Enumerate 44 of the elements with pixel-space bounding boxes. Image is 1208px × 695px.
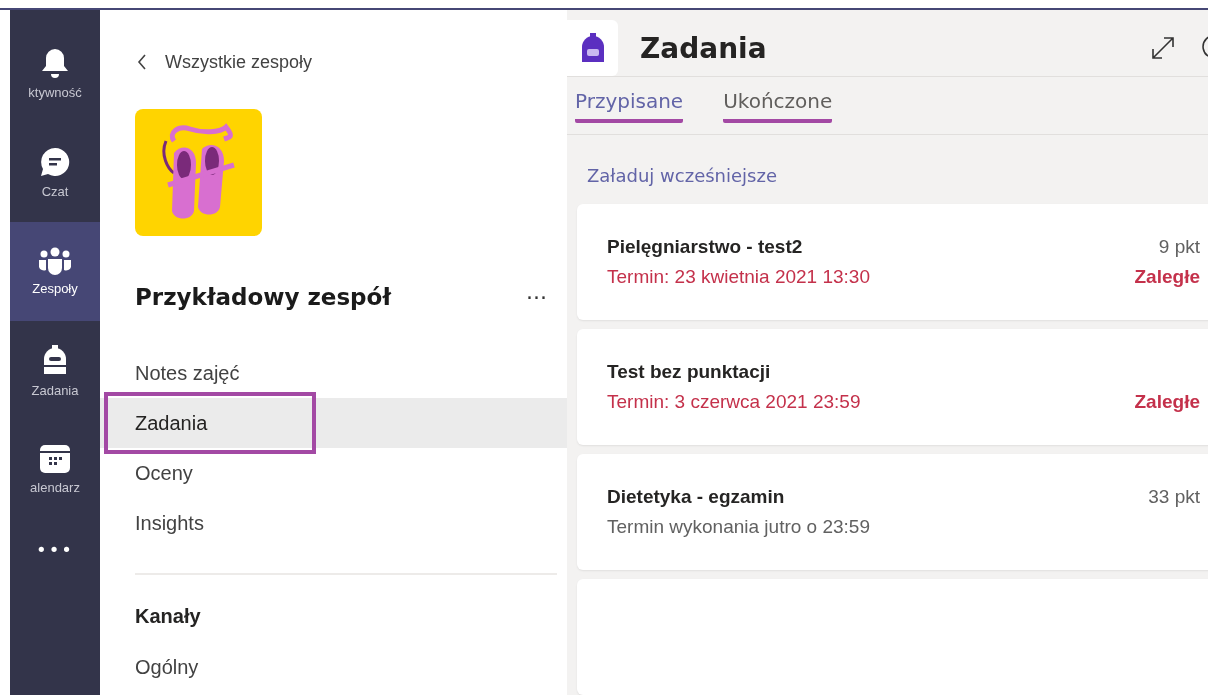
rail-item[interactable]: Czat [10,123,100,222]
assignment-title: Dietetyka - egzamin [607,486,785,508]
expand-icon[interactable] [1150,35,1176,61]
rail-item[interactable]: Zadania [10,321,100,420]
rail-label: Zadania [31,383,79,398]
tab[interactable]: Ukończone [723,88,833,123]
team-name: Przykładowy zespół [135,284,391,310]
calendar-icon [39,444,71,474]
assignment-card[interactable]: Test bez punktacji Termin: 3 czerwca 2021 23:59 Zaległe [577,329,1208,445]
points-label: 33 pkt [1148,486,1200,508]
page-title: Zadania [640,31,768,65]
bell-icon [40,47,70,79]
more-button[interactable]: ••• [10,519,100,579]
rail-label: Zespoły [32,281,78,296]
people-icon [37,247,73,275]
backpack-icon [41,343,69,377]
nav-item[interactable]: Notes zajęć [100,348,567,398]
assignment-title: Pielęgniarstwo - test2 [607,236,803,258]
nav-item[interactable]: Insights [100,498,567,548]
back-link[interactable]: Wszystkie zespoły [165,51,313,73]
assignment-card[interactable]: Dietetyka - egzamin 33 pkt Termin wykonania jutro o 23:59 [577,454,1208,570]
rail-label: ktywność [28,85,82,100]
tab[interactable]: Przypisane [575,88,684,123]
back-chevron-icon[interactable] [137,54,147,70]
rail-label: alendarz [30,480,80,495]
status-label: Zaległe [1134,391,1200,413]
channel-item[interactable]: Ogólny [135,656,567,679]
channels-heading: Kanały [135,605,202,628]
rail-item[interactable]: alendarz [10,420,100,519]
nav-item[interactable]: Oceny [100,448,567,498]
rail-label: Czat [41,184,69,199]
status-label: Zaległe [1134,266,1200,288]
points-label: 9 pkt [1158,236,1200,258]
assignment-card[interactable]: Pielęgniarstwo - test2 9 pkt Termin: 23 kwietnia 2021 13:30 Zaległe [577,204,1208,320]
due-date: Termin wykonania jutro o 23:59 [607,516,870,538]
chat-bubble-icon [39,146,71,178]
assignment-title: Test bez punktacji [607,361,771,383]
rail-item[interactable]: ktywność [10,24,100,123]
more-options-button[interactable]: ··· [526,284,547,310]
load-earlier-link[interactable]: Załaduj wcześniejsze [587,165,777,186]
due-date: Termin: 23 kwietnia 2021 13:30 [607,266,870,288]
nav-item[interactable]: Zadania [100,398,567,448]
due-date: Termin: 3 czerwca 2021 23:59 [607,391,861,413]
rail-item[interactable]: Zespoły [10,222,100,321]
